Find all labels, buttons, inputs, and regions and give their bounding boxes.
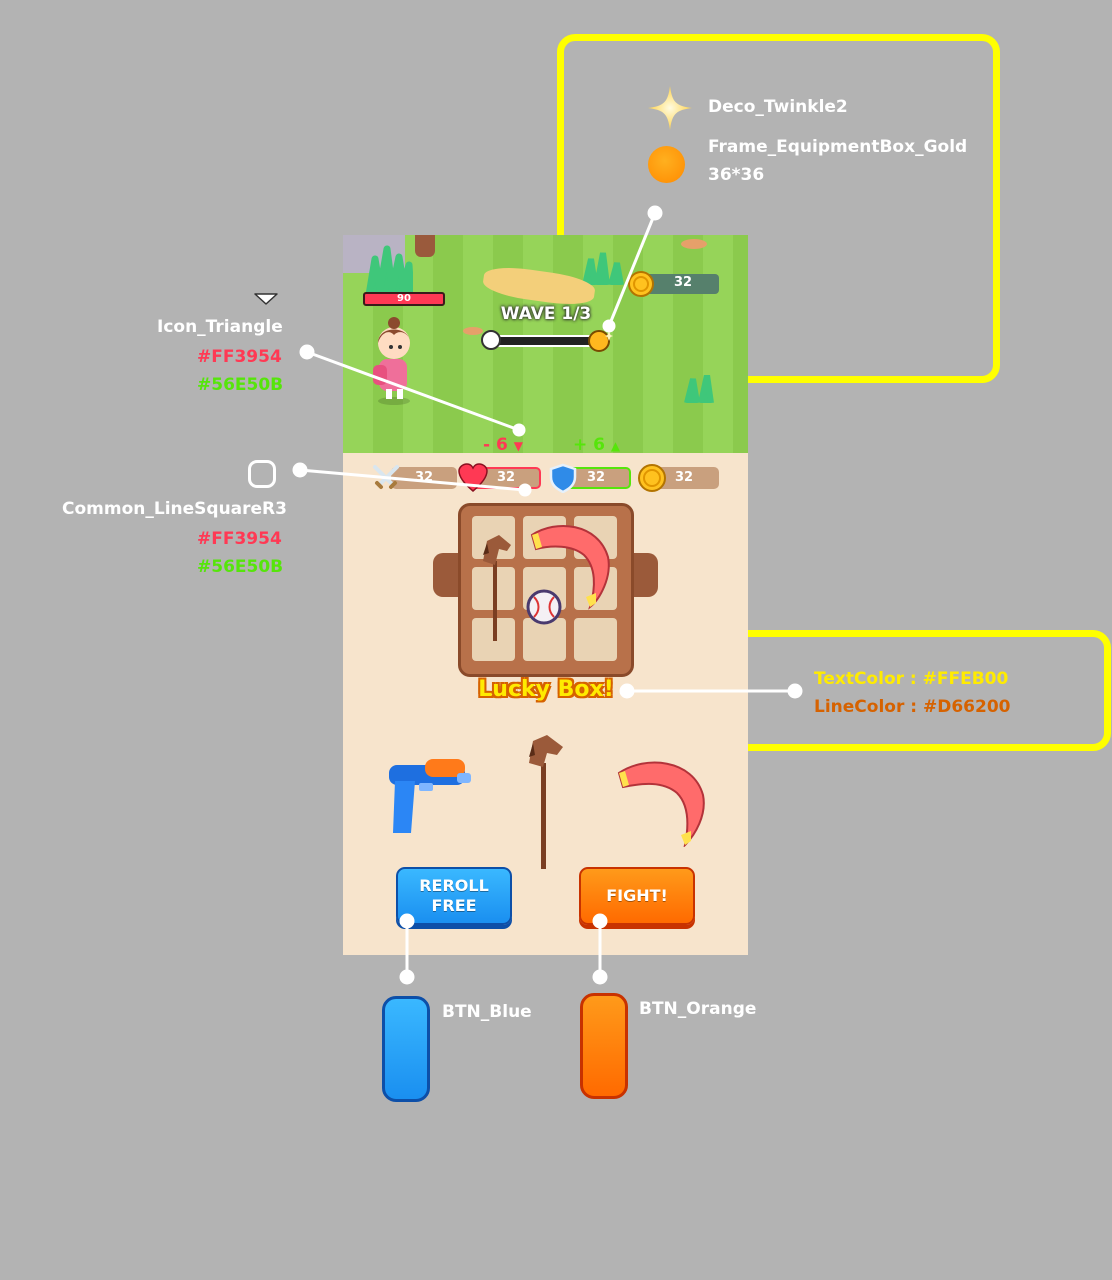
- delta-down-value: - 6: [483, 435, 508, 455]
- delta-up: + 6 ▲: [573, 435, 620, 455]
- reroll-label-line1: REROLL: [419, 876, 489, 895]
- wave-progress-knob: [481, 330, 501, 350]
- line-square-icon: [248, 460, 276, 488]
- shield-value: 32: [586, 470, 606, 485]
- icon-triangle-label: Icon_Triangle: [157, 317, 283, 337]
- wave-progress-bar: [491, 335, 599, 347]
- tree-trunk: [415, 235, 435, 257]
- btn-blue-swatch: [382, 996, 430, 1102]
- player-hp-bar: 90: [363, 292, 445, 306]
- baseball-icon: [526, 589, 562, 625]
- boomerang-icon: [617, 761, 705, 847]
- heart-icon: [458, 463, 488, 492]
- grass-tuft: [582, 252, 624, 285]
- line-square-label: Common_LineSquareR3: [62, 499, 287, 519]
- health-value: 32: [496, 470, 516, 485]
- hobby-horse-icon: [483, 535, 511, 641]
- hobby-horse-icon: [529, 735, 563, 869]
- dirt-spot: [681, 239, 707, 249]
- fight-button[interactable]: FIGHT!: [579, 867, 695, 925]
- bottom-panel: 32 32 32 32 Lucky Box! REROLL FREE FIGHT…: [343, 453, 748, 955]
- icon-triangle-green: #56E50B: [197, 375, 284, 395]
- gold-coin-icon: [638, 464, 666, 492]
- shield-icon: [549, 463, 577, 493]
- gold-coin-icon: [628, 271, 654, 297]
- delta-down: - 6 ▼: [483, 435, 523, 455]
- game-screen: 90 WAVE 1/3 32 - 6 ▼ + 6 ▲ 32 32 32 32 L…: [343, 235, 748, 955]
- line-square-red: #FF3954: [197, 529, 282, 549]
- dirt-spot: [463, 327, 483, 335]
- wave-reward-icon: [588, 330, 613, 352]
- player-character: [373, 317, 410, 405]
- reroll-button[interactable]: REROLL FREE: [396, 867, 512, 925]
- line-square-green: #56E50B: [197, 557, 284, 577]
- frame-gold-size: 36*36: [708, 165, 765, 185]
- water-gun-icon: [389, 759, 471, 833]
- fight-label: FIGHT!: [606, 886, 668, 905]
- lucky-box-label: Lucky Box!: [478, 677, 614, 702]
- sword-icon: [373, 465, 399, 489]
- dirt-patch: [481, 263, 597, 309]
- frame-gold-label: Frame_EquipmentBox_Gold: [708, 137, 968, 157]
- deco-twinkle-label: Deco_Twinkle2: [708, 97, 848, 117]
- icon-triangle-red: #FF3954: [197, 347, 282, 367]
- gold-frame-icon: [648, 146, 685, 183]
- line-color-note: LineColor : #D66200: [814, 697, 1011, 717]
- btn-orange-swatch: [580, 993, 628, 1099]
- reroll-label-line2: FREE: [431, 896, 477, 915]
- grass-tuft: [365, 245, 413, 295]
- btn-blue-label: BTN_Blue: [442, 1002, 532, 1022]
- gold-value: 32: [674, 470, 694, 485]
- wave-label: WAVE 1/3: [500, 304, 592, 324]
- top-coin-value: 32: [673, 275, 693, 290]
- delta-up-value: + 6: [573, 435, 605, 455]
- battlefield: 90 WAVE 1/3 32 - 6 ▼ + 6 ▲: [343, 235, 748, 455]
- triangle-icon: [254, 293, 278, 305]
- twinkle-icon: [648, 86, 692, 130]
- triangle-up-icon: ▲: [610, 439, 621, 453]
- attack-value: 32: [414, 470, 434, 485]
- player-hp-value: 90: [397, 293, 411, 304]
- grass-tuft: [684, 375, 714, 403]
- btn-orange-label: BTN_Orange: [639, 999, 757, 1019]
- text-color-note: TextColor : #FFEB00: [814, 669, 1009, 689]
- triangle-down-icon: ▼: [513, 439, 523, 453]
